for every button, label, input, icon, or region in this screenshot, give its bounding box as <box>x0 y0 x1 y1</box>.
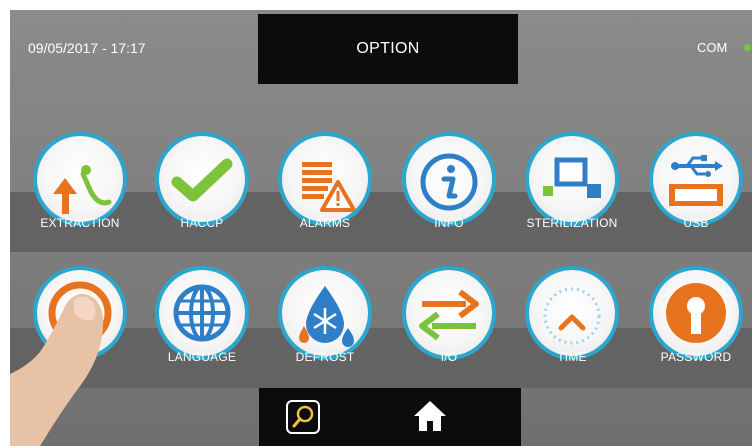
alarms-label: ALARMS <box>299 216 351 230</box>
haccp-button[interactable] <box>159 136 245 222</box>
language-button[interactable] <box>159 270 245 356</box>
alarms-button[interactable] <box>282 136 368 222</box>
globe-icon <box>173 284 231 342</box>
sterilization-icon <box>543 157 601 198</box>
sterilization-button[interactable] <box>529 136 615 222</box>
usb-button[interactable] <box>653 136 739 222</box>
defrost-icon <box>299 286 354 347</box>
checkmark-icon <box>171 158 233 202</box>
screen: 09/05/2017 - 17:17 OPTION COM EXTRACTION… <box>10 10 752 446</box>
info-label: INFO <box>434 216 464 230</box>
defrost-button[interactable] <box>282 270 368 356</box>
search-button[interactable] <box>285 399 321 435</box>
page-title: OPTION <box>258 14 518 84</box>
haccp-label: HACCP <box>180 216 224 230</box>
info-icon <box>420 153 478 211</box>
com-status-indicator <box>744 44 751 51</box>
io-label: I/O <box>440 350 458 364</box>
info-button[interactable] <box>406 136 492 222</box>
time-dial-icon <box>543 287 601 345</box>
time-button[interactable] <box>529 270 615 356</box>
extraction-label: EXTRACTION <box>40 216 120 230</box>
extraction-icon <box>53 165 112 214</box>
bottom-bar <box>259 388 521 446</box>
io-arrows-icon <box>419 289 479 341</box>
sterilization-label: STERILIZATION <box>526 216 618 230</box>
datetime: 09/05/2017 - 17:17 <box>28 40 146 56</box>
usb-icon <box>669 155 723 206</box>
keyhole-icon <box>666 283 726 343</box>
com-status-label: COM <box>697 40 728 55</box>
language-label: LANGUAGE <box>167 350 237 364</box>
extraction-button[interactable] <box>37 136 123 222</box>
search-icon <box>286 400 320 434</box>
password-label: PASSWORD <box>660 350 732 364</box>
usb-label: USB <box>683 216 709 230</box>
home-button[interactable] <box>412 398 448 434</box>
io-button[interactable] <box>406 270 492 356</box>
finger-image <box>10 293 104 446</box>
time-label: TIME <box>557 350 587 364</box>
alarm-warning-icon <box>302 162 356 212</box>
home-icon <box>414 401 446 431</box>
password-button[interactable] <box>653 270 739 356</box>
page-title-text: OPTION <box>356 40 420 57</box>
defrost-label: DEFROST <box>295 350 355 364</box>
